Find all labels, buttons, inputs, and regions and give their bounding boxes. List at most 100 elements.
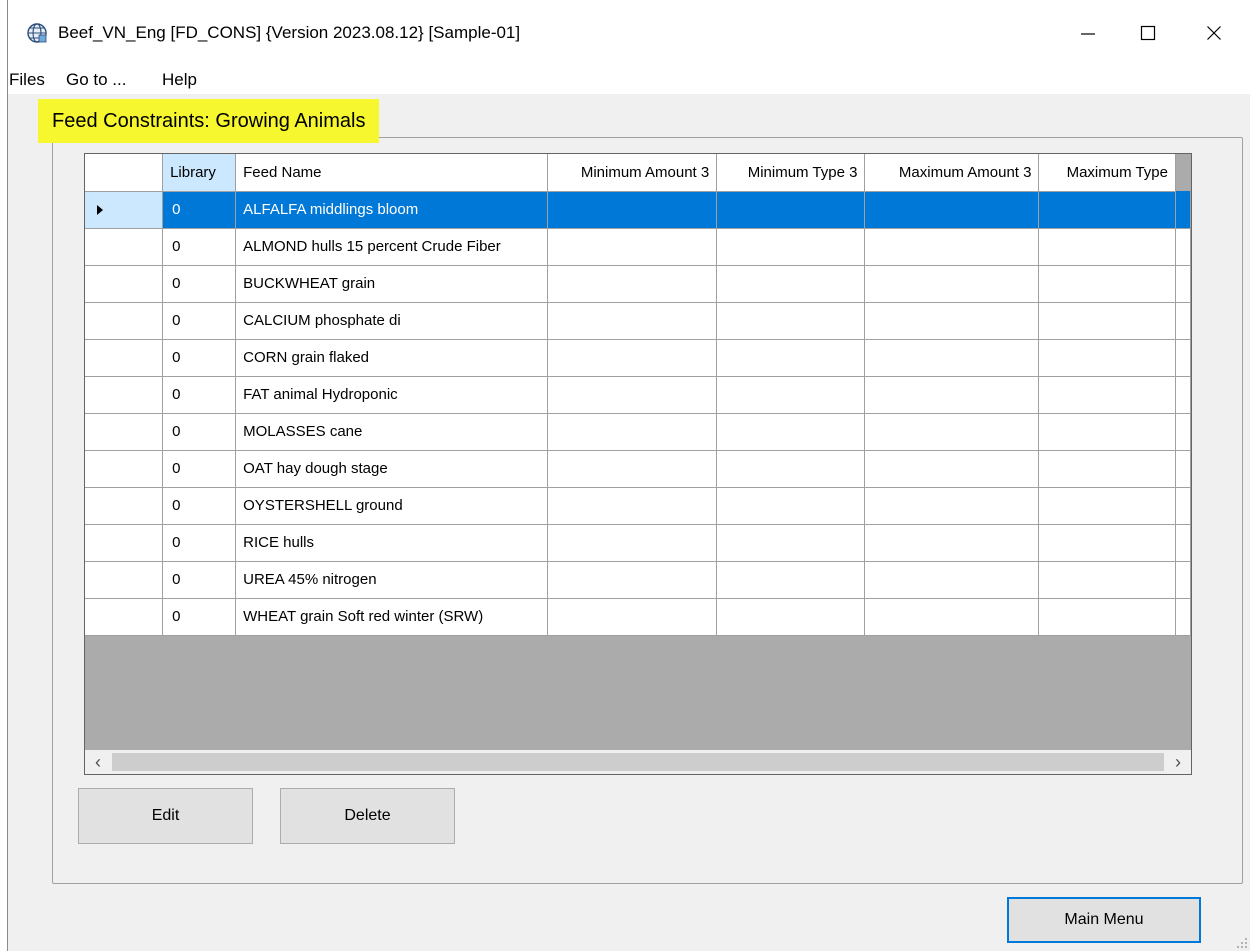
cell-overflow[interactable] (1175, 598, 1191, 636)
cell-minimum-amount[interactable] (547, 450, 718, 488)
cell-overflow[interactable] (1175, 339, 1191, 377)
cell-maximum-amount[interactable] (864, 376, 1040, 414)
column-header-minimum-amount[interactable]: Minimum Amount 3 (547, 154, 718, 192)
table-row[interactable]: 0 FAT animal Hydroponic (85, 376, 1191, 414)
table-row[interactable]: 0 MOLASSES cane (85, 413, 1191, 451)
cell-minimum-type[interactable] (716, 450, 866, 488)
column-header-minimum-type[interactable]: Minimum Type 3 (716, 154, 866, 192)
cell-overflow[interactable] (1175, 191, 1191, 229)
cell-minimum-type[interactable] (716, 265, 866, 303)
cell-minimum-amount[interactable] (547, 561, 718, 599)
cell-minimum-amount[interactable] (547, 302, 718, 340)
cell-minimum-amount[interactable] (547, 191, 718, 229)
row-header[interactable] (85, 339, 164, 377)
cell-minimum-amount[interactable] (547, 265, 718, 303)
cell-feed-name[interactable]: ALMOND hulls 15 percent Crude Fiber (235, 228, 549, 266)
cell-feed-name[interactable]: ALFALFA middlings bloom (235, 191, 549, 229)
cell-library[interactable]: 0 (162, 376, 237, 414)
horizontal-scrollbar[interactable]: ‹ › (85, 750, 1191, 774)
cell-feed-name[interactable]: UREA 45% nitrogen (235, 561, 549, 599)
row-header[interactable] (85, 302, 164, 340)
cell-maximum-amount[interactable] (864, 487, 1040, 525)
cell-minimum-type[interactable] (716, 413, 866, 451)
cell-maximum-type[interactable] (1038, 450, 1176, 488)
cell-minimum-amount[interactable] (547, 339, 718, 377)
cell-minimum-type[interactable] (716, 191, 866, 229)
cell-feed-name[interactable]: WHEAT grain Soft red winter (SRW) (235, 598, 549, 636)
table-row[interactable]: 0 BUCKWHEAT grain (85, 265, 1191, 303)
cell-maximum-amount[interactable] (864, 228, 1040, 266)
cell-maximum-type[interactable] (1038, 376, 1176, 414)
resize-grip-icon[interactable] (1236, 937, 1248, 949)
menu-help[interactable]: Help (162, 70, 197, 90)
cell-overflow[interactable] (1175, 487, 1191, 525)
column-header-feed-name[interactable]: Feed Name (235, 154, 549, 192)
cell-maximum-amount[interactable] (864, 413, 1040, 451)
cell-maximum-type[interactable] (1038, 561, 1176, 599)
row-header[interactable] (85, 228, 164, 266)
cell-minimum-type[interactable] (716, 302, 866, 340)
cell-maximum-type[interactable] (1038, 228, 1176, 266)
table-row[interactable]: 0 WHEAT grain Soft red winter (SRW) (85, 598, 1191, 636)
delete-button[interactable]: Delete (280, 788, 455, 844)
cell-minimum-type[interactable] (716, 524, 866, 562)
edit-button[interactable]: Edit (78, 788, 253, 844)
row-header[interactable] (85, 487, 164, 525)
cell-feed-name[interactable]: CALCIUM phosphate di (235, 302, 549, 340)
menu-files[interactable]: Files (9, 70, 45, 90)
feed-constraints-grid[interactable]: Library Feed Name Minimum Amount 3 Minim… (84, 153, 1192, 775)
column-header-maximum-type[interactable]: Maximum Type (1038, 154, 1176, 192)
table-row[interactable]: 0 OAT hay dough stage (85, 450, 1191, 488)
cell-maximum-amount[interactable] (864, 191, 1040, 229)
cell-minimum-type[interactable] (716, 376, 866, 414)
cell-minimum-type[interactable] (716, 561, 866, 599)
scrollbar-thumb[interactable] (112, 753, 1164, 771)
cell-feed-name[interactable]: CORN grain flaked (235, 339, 549, 377)
close-button[interactable] (1184, 12, 1244, 54)
main-menu-button[interactable]: Main Menu (1007, 897, 1201, 943)
cell-minimum-type[interactable] (716, 228, 866, 266)
table-row[interactable]: 0 CALCIUM phosphate di (85, 302, 1191, 340)
cell-maximum-type[interactable] (1038, 191, 1176, 229)
cell-library[interactable]: 0 (162, 450, 237, 488)
title-bar[interactable]: Beef_VN_Eng [FD_CONS] {Version 2023.08.1… (8, 0, 1250, 64)
cell-maximum-type[interactable] (1038, 265, 1176, 303)
cell-overflow[interactable] (1175, 228, 1191, 266)
cell-library[interactable]: 0 (162, 228, 237, 266)
cell-maximum-type[interactable] (1038, 598, 1176, 636)
cell-overflow[interactable] (1175, 302, 1191, 340)
cell-overflow[interactable] (1175, 524, 1191, 562)
cell-library[interactable]: 0 (162, 302, 237, 340)
cell-overflow[interactable] (1175, 413, 1191, 451)
column-header-maximum-amount[interactable]: Maximum Amount 3 (864, 154, 1040, 192)
cell-minimum-amount[interactable] (547, 524, 718, 562)
cell-minimum-amount[interactable] (547, 487, 718, 525)
cell-feed-name[interactable]: FAT animal Hydroponic (235, 376, 549, 414)
cell-maximum-type[interactable] (1038, 302, 1176, 340)
cell-overflow[interactable] (1175, 561, 1191, 599)
table-row[interactable]: 0 UREA 45% nitrogen (85, 561, 1191, 599)
cell-minimum-amount[interactable] (547, 598, 718, 636)
cell-maximum-amount[interactable] (864, 524, 1040, 562)
scroll-right-button[interactable]: › (1165, 750, 1191, 774)
cell-feed-name[interactable]: BUCKWHEAT grain (235, 265, 549, 303)
row-header[interactable] (85, 450, 164, 488)
table-row[interactable]: 0 CORN grain flaked (85, 339, 1191, 377)
cell-maximum-amount[interactable] (864, 561, 1040, 599)
row-header[interactable] (85, 561, 164, 599)
cell-minimum-amount[interactable] (547, 413, 718, 451)
cell-library[interactable]: 0 (162, 265, 237, 303)
scroll-left-button[interactable]: ‹ (85, 750, 111, 774)
cell-minimum-amount[interactable] (547, 228, 718, 266)
table-row[interactable]: 0 OYSTERSHELL ground (85, 487, 1191, 525)
cell-overflow[interactable] (1175, 376, 1191, 414)
row-header[interactable] (85, 413, 164, 451)
cell-minimum-type[interactable] (716, 487, 866, 525)
cell-feed-name[interactable]: MOLASSES cane (235, 413, 549, 451)
cell-feed-name[interactable]: OAT hay dough stage (235, 450, 549, 488)
cell-library[interactable]: 0 (162, 413, 237, 451)
cell-minimum-amount[interactable] (547, 376, 718, 414)
column-header-library[interactable]: Library (162, 154, 237, 192)
cell-library[interactable]: 0 (162, 524, 237, 562)
cell-feed-name[interactable]: OYSTERSHELL ground (235, 487, 549, 525)
